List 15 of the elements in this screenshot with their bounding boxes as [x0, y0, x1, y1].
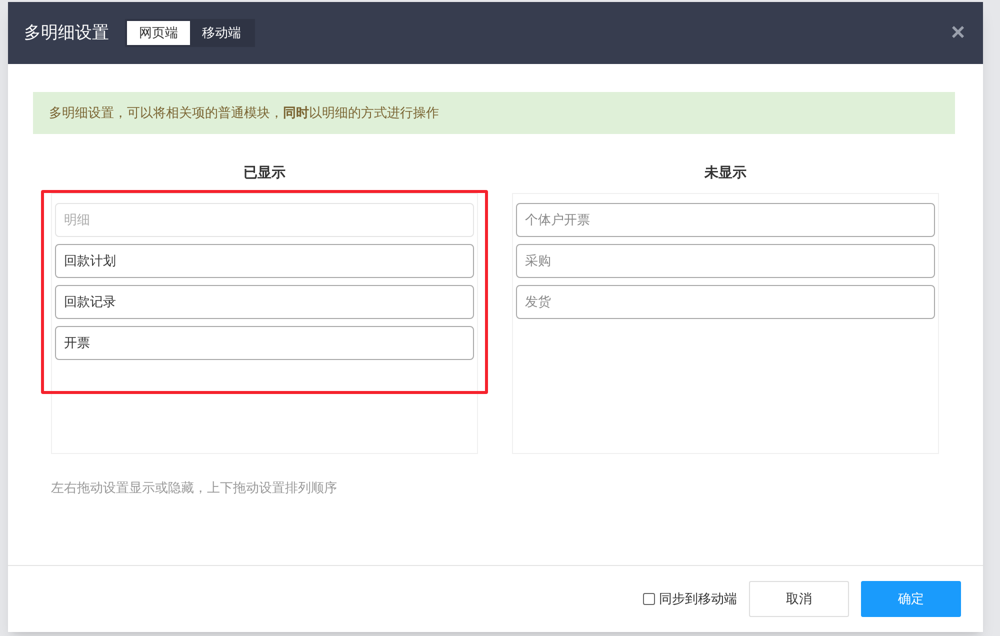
sync-checkbox[interactable]: 同步到移动端 — [643, 589, 737, 609]
list-item[interactable]: 回款计划 — [55, 244, 474, 278]
list-item[interactable]: 发货 — [516, 285, 935, 319]
column-heading: 未显示 — [703, 163, 748, 182]
list-item[interactable]: 开票 — [55, 326, 474, 360]
list-item[interactable]: 回款记录 — [55, 285, 474, 319]
list-item[interactable]: 个体户开票 — [516, 203, 935, 237]
notice-text: 多明细设置，可以将相关项的普通模块，同时以明细的方式进行操作 — [49, 104, 439, 122]
tab[interactable]: 网页端 — [127, 21, 190, 45]
hint-text: 左右拖动设置显示或隐藏，上下拖动设置排列顺序 — [50, 479, 338, 497]
list-item[interactable]: 采购 — [516, 244, 935, 278]
dialog-title: 多明细设置 — [24, 22, 109, 44]
cancel-button[interactable]: 取消 — [749, 581, 849, 617]
close-button[interactable]: × — [950, 21, 965, 45]
column-heading: 已显示 — [242, 163, 286, 182]
